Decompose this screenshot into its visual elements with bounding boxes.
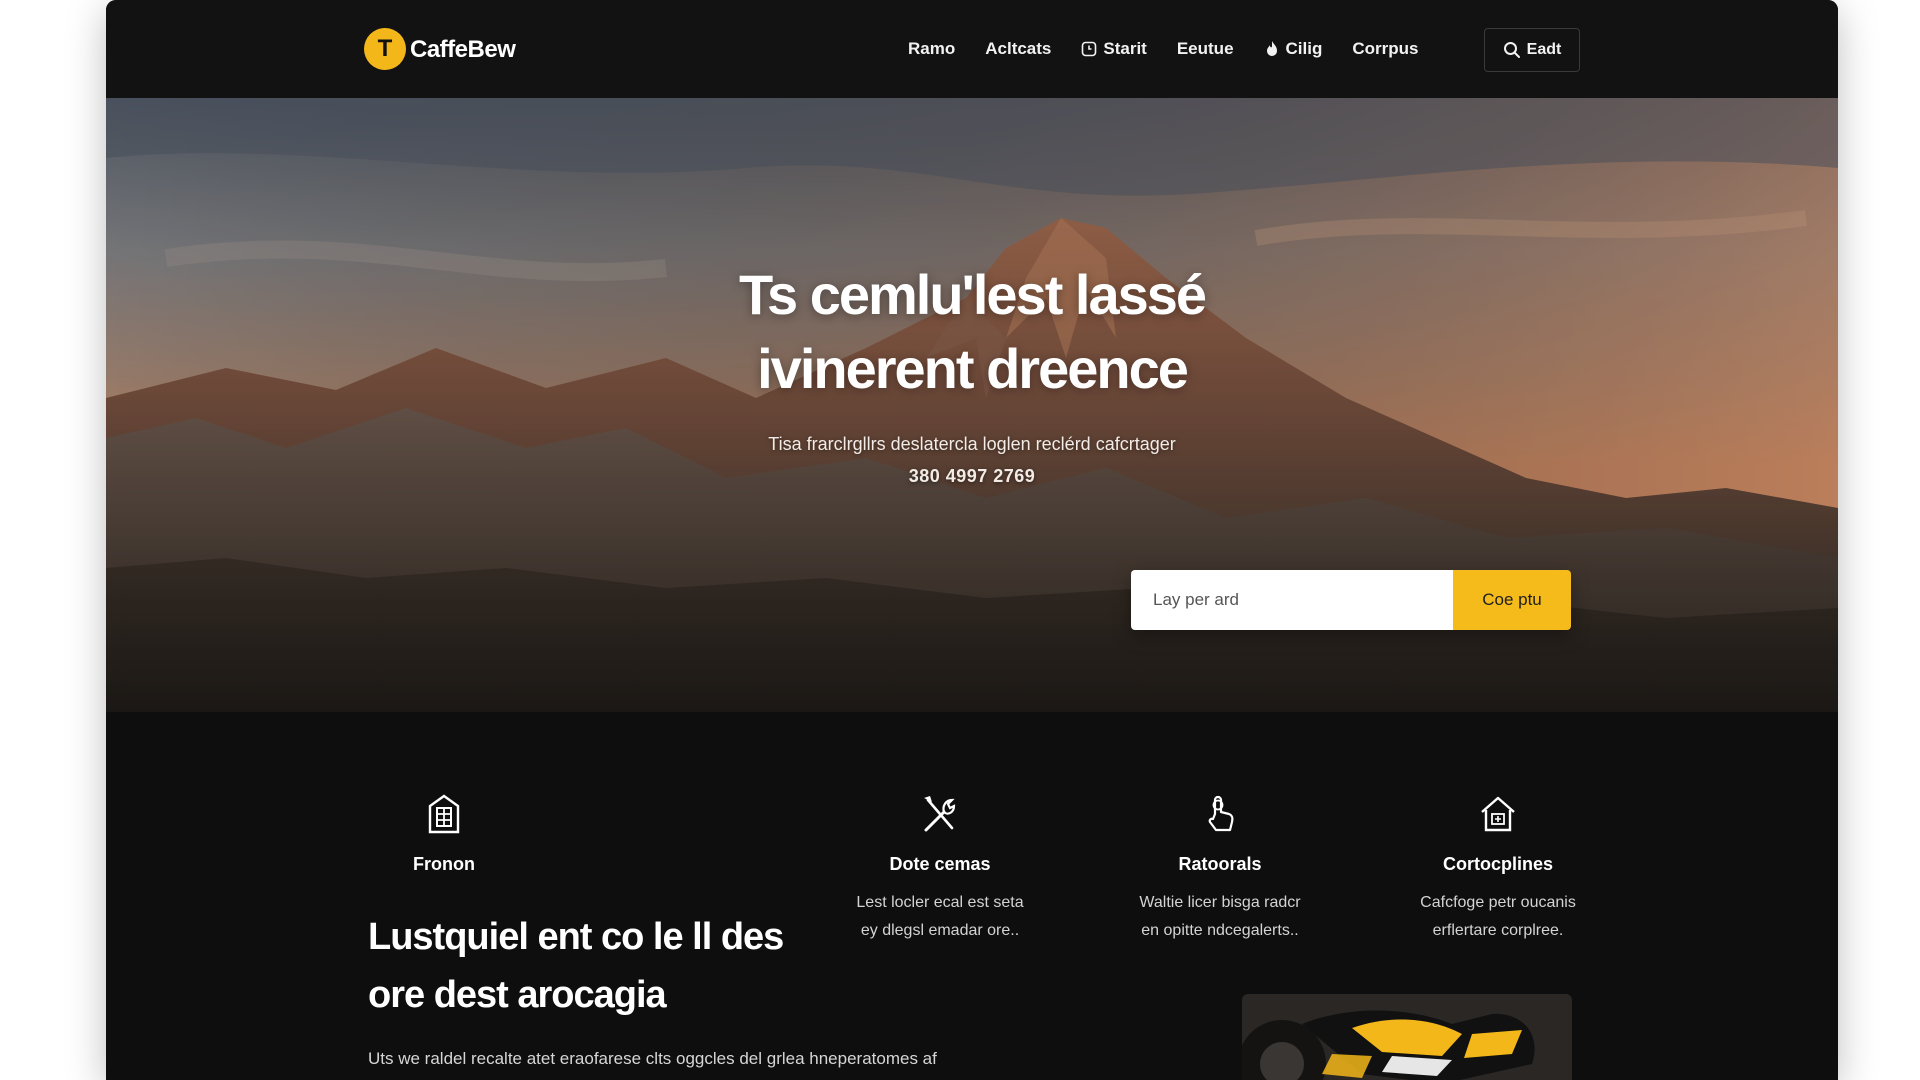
search-button[interactable]: Eadt — [1484, 28, 1580, 72]
feature-card: Fronon — [324, 792, 564, 875]
fire-icon — [1266, 41, 1277, 56]
hero-title-line-1: Ts cemlu'lest lassé — [738, 263, 1207, 326]
search-button-label: Eadt — [1526, 41, 1562, 58]
nav-item-corrpus[interactable]: Corrpus — [1352, 39, 1418, 59]
search-icon — [1503, 42, 1520, 58]
logo-mark-icon: T — [364, 28, 406, 70]
feature-card: Dote cemas Lest locler ecal est seta ey … — [820, 792, 1060, 945]
hero-title: Ts cemlu'lest lassé ivinerent dreence — [106, 258, 1838, 406]
features-section: Fronon Dote cemas Lest locler ecal est s… — [106, 712, 1838, 1080]
brand-name: CaffeBew — [410, 36, 516, 63]
logo[interactable]: T CaffeBew — [364, 28, 516, 70]
nav-item-label: Ramo — [908, 39, 956, 58]
clock-icon — [1082, 41, 1097, 57]
subscribe-input[interactable] — [1131, 570, 1453, 630]
nav-item-starit[interactable]: Starit — [1081, 39, 1147, 59]
section-heading: Lustquiel ent co le ll des ore dest aroc… — [368, 908, 808, 1024]
nav-item-label: Corrpus — [1352, 39, 1419, 58]
tools-icon — [924, 796, 956, 832]
logo-text: CaffeBew — [410, 36, 516, 63]
section-heading-line: ore dest arocagia — [368, 974, 667, 1016]
nav-item-eeutue[interactable]: Eeutue — [1177, 39, 1234, 59]
nav-item-ramo[interactable]: Ramo — [908, 39, 955, 59]
hero-subtitle-text: Tisa frarclrgllrs deslatercla loglen rec… — [768, 434, 1176, 454]
section-body: Uts we raldel recalte atet eraofarese cl… — [368, 1049, 937, 1068]
feature-title: Ratoorals — [1178, 854, 1262, 874]
feature-description: Waltie licer bisga radcr en opitte ndceg… — [1100, 889, 1340, 945]
main-menu: Ramo Acltcats Starit Eeutue Cilig Corrpu… — [908, 0, 1419, 98]
hand-pointer-icon — [1208, 795, 1234, 832]
feature-description-line: Lest locler ecal est seta — [856, 894, 1024, 911]
feature-description: Cafcfoge petr oucanis erflertare corplre… — [1378, 889, 1618, 945]
feature-card: Cortocplines Cafcfoge petr oucanis erfle… — [1378, 792, 1618, 945]
section-heading-line: Lustquiel ent co le ll des — [368, 916, 784, 958]
feature-description: Lest locler ecal est seta ey dlegsl emad… — [820, 889, 1060, 945]
top-navigation: T CaffeBew Ramo Acltcats Starit Eeutue C… — [106, 0, 1838, 98]
hero-section: Ts cemlu'lest lassé ivinerent dreence Ti… — [106, 98, 1838, 712]
nav-item-label: Acltcats — [985, 39, 1052, 58]
feature-title: Cortocplines — [1442, 854, 1553, 874]
motorcycle-image — [1242, 994, 1572, 1080]
feature-description-line: erflertare corplree. — [1432, 922, 1564, 939]
building-icon — [428, 794, 460, 834]
hero-subtitle: Tisa frarclrgllrs deslatercla loglen rec… — [106, 428, 1838, 492]
feature-title: Dote cemas — [889, 854, 991, 874]
nav-item-cilig[interactable]: Cilig — [1264, 39, 1323, 59]
hero-title-line-2: ivinerent dreence — [757, 337, 1189, 400]
feature-description-line: Cafcfoge petr oucanis — [1420, 894, 1576, 911]
hero-phone: 380 4997 2769 — [908, 466, 1036, 486]
browser-frame: T CaffeBew Ramo Acltcats Starit Eeutue C… — [106, 0, 1838, 1080]
home-icon — [1481, 796, 1515, 832]
subscribe-button[interactable]: Coe ptu — [1453, 570, 1571, 630]
subscribe-form: Coe ptu — [1131, 570, 1571, 630]
motorcycle-illustration — [1242, 994, 1572, 1080]
nav-item-label: Eeutue — [1176, 39, 1234, 58]
feature-description-line: Waltie licer bisga radcr — [1139, 894, 1301, 911]
feature-title: Fronon — [413, 854, 475, 874]
nav-item-label: Starit — [1103, 39, 1147, 58]
feature-card: Ratoorals Waltie licer bisga radcr en op… — [1100, 792, 1340, 945]
nav-item-label: Cilig — [1285, 39, 1323, 58]
feature-description-line: ey dlegsl emadar ore.. — [860, 922, 1020, 939]
feature-description-line: en opitte ndcegalerts.. — [1141, 922, 1299, 939]
nav-item-acltcats[interactable]: Acltcats — [985, 39, 1051, 59]
